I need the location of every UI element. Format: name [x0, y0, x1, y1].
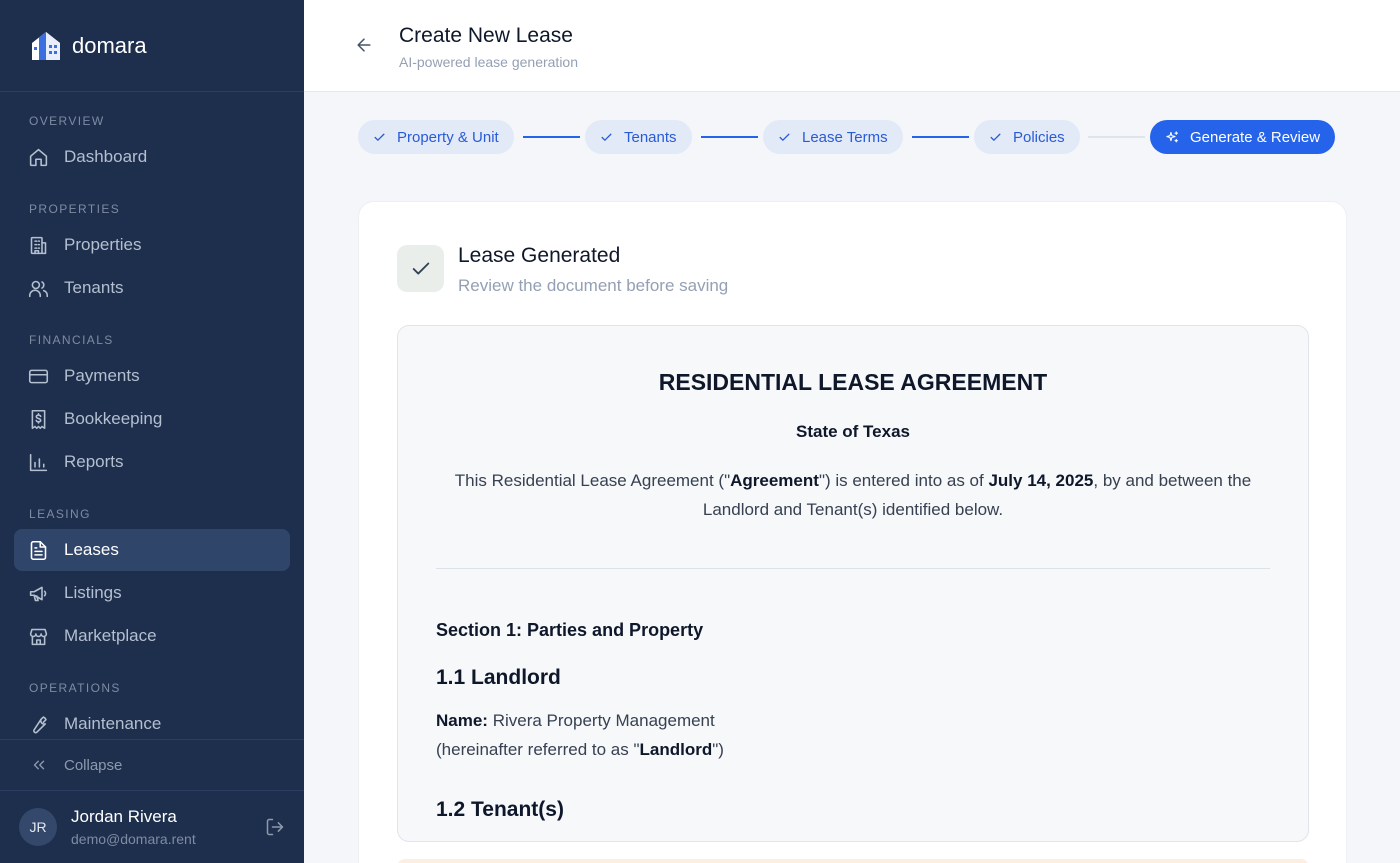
step-label: Lease Terms	[802, 128, 888, 146]
sidebar-item-label: Payments	[64, 366, 140, 385]
step-label: Generate & Review	[1190, 128, 1321, 146]
sidebar-item-properties[interactable]: Properties	[14, 224, 290, 266]
landlord-ref-suffix: ")	[712, 740, 724, 759]
step-label: Property & Unit	[397, 128, 499, 146]
result-title: Lease Generated	[458, 244, 621, 267]
intro-text: ") is entered into as of	[818, 471, 989, 490]
sidebar-item-payments[interactable]: Payments	[14, 355, 290, 397]
building-logo-icon	[32, 31, 60, 60]
nav-section-leasing: LEASING	[29, 507, 91, 521]
step-label: Policies	[1013, 128, 1065, 146]
user-profile[interactable]: JR Jordan Rivera demo@domara.rent	[0, 790, 304, 863]
step-property-unit[interactable]: Property & Unit	[358, 120, 514, 154]
sidebar-item-label: Properties	[64, 235, 142, 254]
wrench-icon	[33, 715, 47, 733]
section-1-title: Section 1: Parties and Property	[436, 620, 704, 640]
collapse-button[interactable]: Collapse	[0, 739, 304, 790]
logout-icon[interactable]	[265, 817, 285, 837]
notice-banner	[397, 859, 1309, 863]
check-icon	[412, 262, 429, 274]
user-name: Jordan Rivera	[71, 807, 177, 826]
user-email: demo@domara.rent	[71, 831, 196, 847]
brand[interactable]: domara	[0, 0, 304, 92]
sidebar-item-bookkeeping[interactable]: Bookkeeping	[14, 398, 290, 440]
sidebar-item-listings[interactable]: Listings	[14, 572, 290, 614]
users-icon	[28, 280, 49, 297]
sidebar-item-label: Leases	[64, 540, 119, 559]
landlord-ref-term: Landlord	[639, 740, 713, 759]
success-badge	[397, 245, 444, 292]
landlord-reference-line: (hereinafter referred to as "Landlord")	[436, 735, 724, 764]
intro-term: Agreement	[730, 471, 819, 490]
document-state: State of Texas	[795, 422, 910, 441]
sidebar-nav: OVERVIEW Dashboard PROPERTIES Properties…	[0, 92, 304, 745]
bar-chart-icon	[29, 453, 48, 471]
step-connector	[523, 136, 580, 138]
step-connector	[1088, 136, 1145, 138]
sidebar-item-marketplace[interactable]: Marketplace	[14, 615, 290, 657]
page-subtitle: AI-powered lease generation	[399, 54, 579, 70]
sidebar: domara OVERVIEW Dashboard PROPERTIES Pro…	[0, 0, 304, 863]
home-icon	[29, 148, 48, 166]
sidebar-item-tenants[interactable]: Tenants	[14, 267, 290, 309]
divider	[436, 568, 1270, 569]
receipt-icon	[31, 409, 46, 429]
check-icon	[601, 133, 612, 141]
landlord-name: Rivera Property Management	[487, 711, 715, 730]
step-label: Tenants	[624, 128, 677, 146]
sidebar-item-label: Maintenance	[64, 714, 162, 733]
check-icon	[990, 133, 1001, 141]
building-icon	[30, 236, 47, 254]
step-connector	[701, 136, 758, 138]
sparkles-icon	[1166, 130, 1179, 142]
check-icon	[374, 133, 385, 141]
nav-section-properties: PROPERTIES	[29, 202, 121, 216]
sidebar-item-dashboard[interactable]: Dashboard	[14, 136, 290, 178]
nav-section-operations: OPERATIONS	[29, 681, 121, 695]
step-generate-review[interactable]: Generate & Review	[1150, 120, 1336, 154]
document-intro: This Residential Lease Agreement ("Agree…	[436, 466, 1270, 524]
avatar: JR	[19, 808, 57, 846]
sidebar-item-label: Marketplace	[64, 626, 157, 645]
landlord-name-label: Name:	[436, 711, 488, 730]
landlord-ref-prefix: (hereinafter referred to as "	[436, 740, 640, 759]
step-connector	[912, 136, 969, 138]
sidebar-item-label: Bookkeeping	[64, 409, 163, 428]
result-subtitle: Review the document before saving	[458, 276, 729, 295]
step-policies[interactable]: Policies	[974, 120, 1080, 154]
step-lease-terms[interactable]: Lease Terms	[763, 120, 903, 154]
intro-text: This Residential Lease Agreement ("	[454, 471, 731, 490]
wizard-stepper: Property & Unit Tenants Lease Terms Poli…	[358, 120, 1338, 154]
sidebar-item-label: Reports	[64, 452, 124, 471]
chevrons-left-icon	[33, 760, 45, 770]
nav-section-financials: FINANCIALS	[29, 333, 114, 347]
step-tenants[interactable]: Tenants	[585, 120, 692, 154]
file-text-icon	[30, 540, 47, 560]
landlord-details: Name: Rivera Property Management (herein…	[436, 706, 724, 764]
intro-date: July 14, 2025	[988, 471, 1094, 490]
tenants-heading: 1.2 Tenant(s)	[436, 798, 564, 821]
sidebar-item-label: Tenants	[64, 278, 124, 297]
lease-result-card: Lease Generated Review the document befo…	[358, 201, 1347, 863]
arrow-left-icon[interactable]	[354, 35, 374, 55]
check-icon	[779, 133, 790, 141]
landlord-heading: 1.1 Landlord	[436, 666, 561, 689]
brand-name: domara	[72, 32, 147, 58]
landlord-name-line: Name: Rivera Property Management	[436, 706, 724, 735]
page-header: Create New Lease AI-powered lease genera…	[304, 0, 1400, 92]
sidebar-item-reports[interactable]: Reports	[14, 441, 290, 483]
store-icon	[29, 628, 48, 645]
lease-document-preview[interactable]: RESIDENTIAL LEASE AGREEMENT State of Tex…	[397, 325, 1309, 842]
credit-card-icon	[28, 369, 49, 383]
megaphone-icon	[29, 586, 47, 601]
sidebar-item-label: Listings	[64, 583, 122, 602]
page-title: Create New Lease	[399, 24, 573, 47]
nav-section-overview: OVERVIEW	[29, 114, 105, 128]
collapse-label: Collapse	[64, 756, 123, 774]
sidebar-item-label: Dashboard	[64, 147, 148, 166]
sidebar-item-leases[interactable]: Leases	[14, 529, 290, 571]
document-title: RESIDENTIAL LEASE AGREEMENT	[658, 369, 1048, 395]
